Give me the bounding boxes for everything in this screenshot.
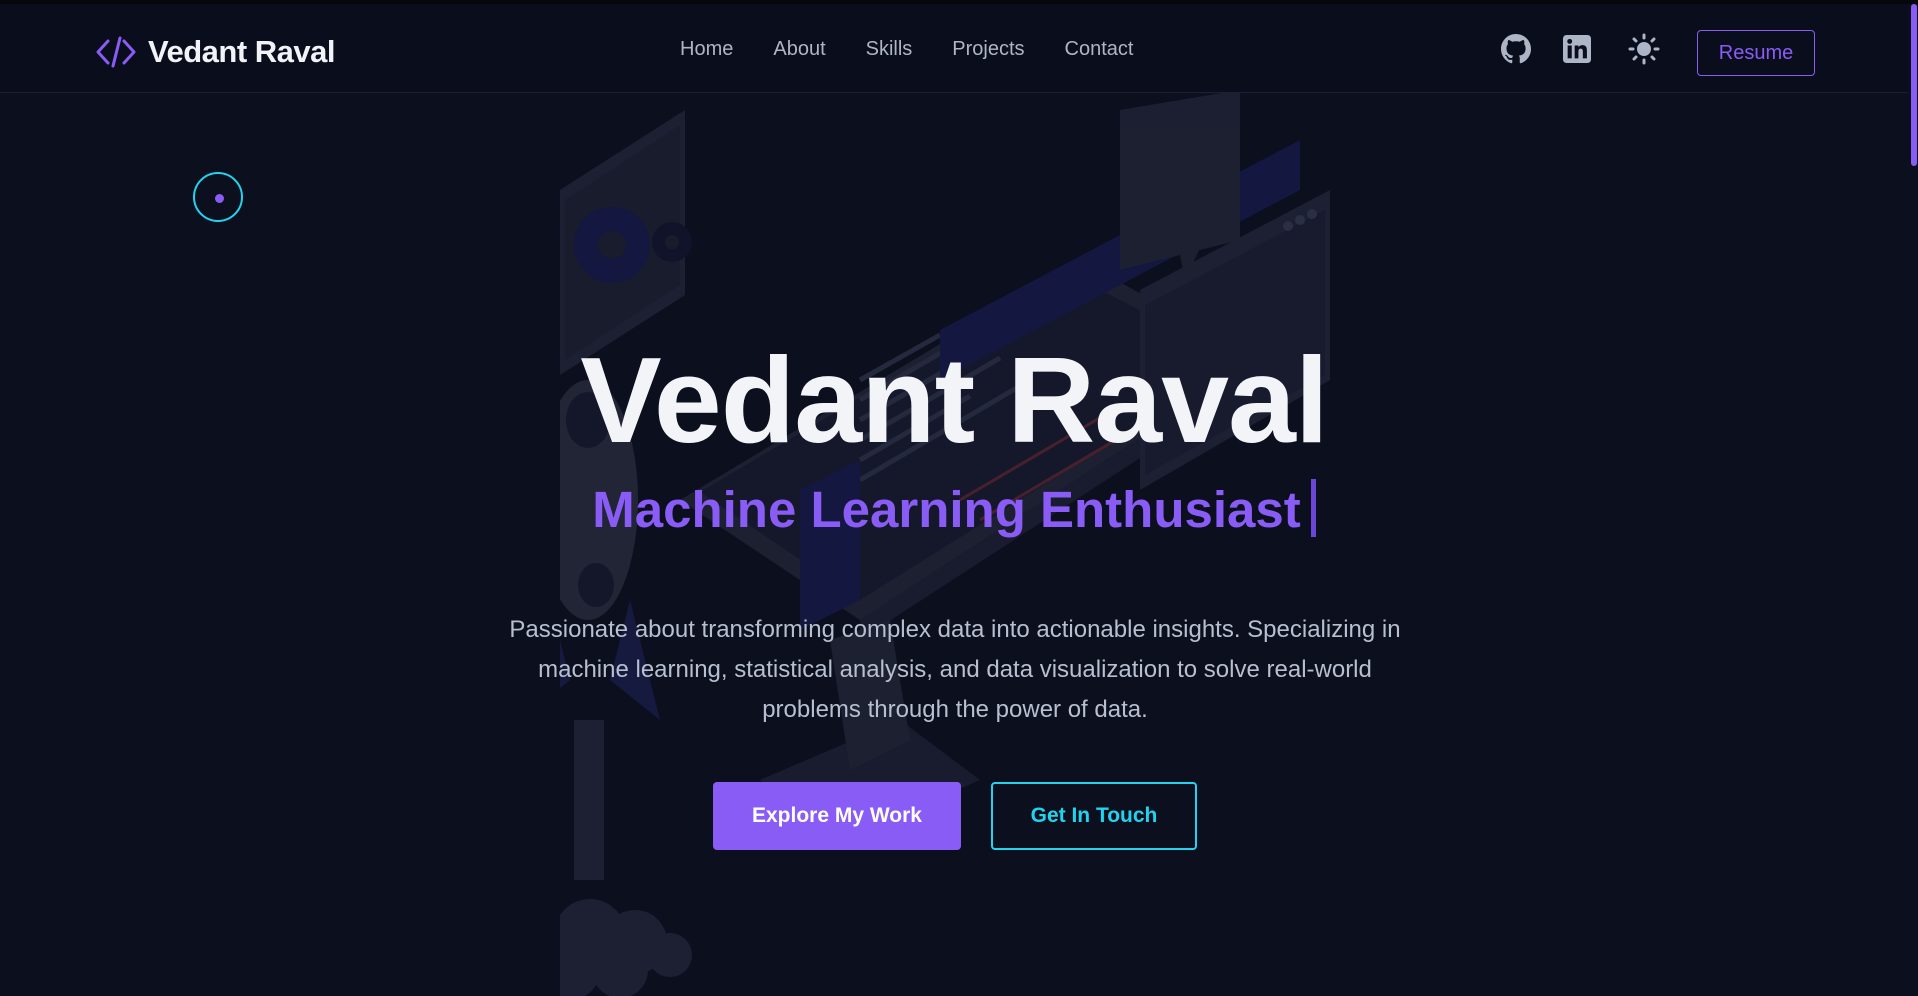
linkedin-link[interactable]	[1561, 33, 1593, 65]
code-brackets-icon	[96, 36, 136, 68]
nav-link-about[interactable]: About	[773, 38, 825, 61]
hero-title: Vedant Raval	[580, 332, 1328, 468]
github-icon	[1501, 34, 1531, 64]
hero-description: Passionate about transforming complex da…	[509, 616, 1401, 723]
scrollbar-thumb[interactable]	[1911, 4, 1917, 166]
theme-toggle[interactable]	[1628, 33, 1660, 65]
brand-logo[interactable]: Vedant Raval	[96, 30, 335, 74]
brand-name: Vedant Raval	[148, 34, 335, 69]
linkedin-icon	[1563, 35, 1591, 63]
explore-work-button[interactable]: Explore My Work	[713, 782, 961, 850]
hero-subtitle-text: Machine Learning Enthusiast	[592, 481, 1301, 538]
get-in-touch-button[interactable]: Get In Touch	[991, 782, 1197, 850]
nav-link-skills[interactable]: Skills	[866, 38, 913, 61]
typing-caret	[1310, 479, 1316, 537]
github-link[interactable]	[1500, 33, 1532, 65]
custom-cursor-dot	[215, 194, 224, 203]
navbar: Vedant Raval Home About Skills Projects …	[0, 4, 1918, 93]
nav-link-contact[interactable]: Contact	[1065, 38, 1134, 61]
nav-link-projects[interactable]: Projects	[952, 38, 1024, 61]
resume-button[interactable]: Resume	[1697, 30, 1815, 76]
nav-link-home[interactable]: Home	[680, 38, 733, 61]
sun-icon	[1628, 33, 1660, 65]
nav-links: Home About Skills Projects Contact	[680, 38, 1133, 61]
hero-subtitle: Machine Learning Enthusiast	[0, 478, 1908, 542]
